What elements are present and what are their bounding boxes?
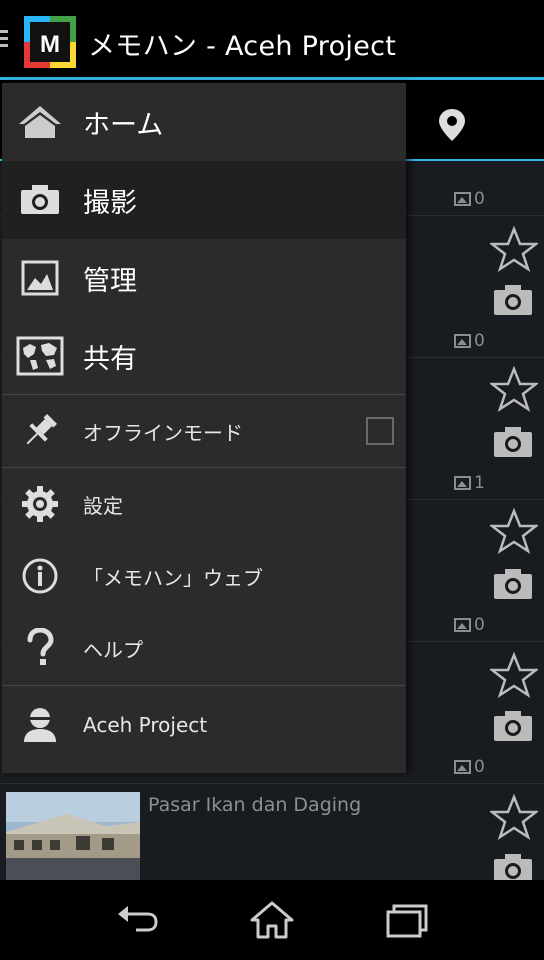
drawer-item-label: 「メモハン」ウェブ	[83, 565, 263, 590]
question-icon	[16, 624, 64, 672]
camera-icon[interactable]	[492, 425, 534, 459]
place-title[interactable]: Pasar Ikan dan Daging	[148, 794, 361, 816]
camera-icon[interactable]	[492, 852, 534, 880]
drawer-item-web[interactable]: 「メモハン」ウェブ	[2, 540, 406, 612]
favorite-star-icon[interactable]	[490, 652, 538, 698]
drawer-item-label: ホーム	[83, 109, 164, 141]
drawer-item-settings[interactable]: 設定	[2, 468, 406, 540]
place-thumbnail[interactable]	[6, 792, 140, 880]
camera-icon[interactable]	[492, 567, 534, 601]
app-logo-icon[interactable]: M	[24, 16, 76, 68]
drawer-indicator-icon[interactable]	[0, 30, 10, 50]
system-nav-bar	[0, 880, 544, 960]
drawer-item-capture[interactable]: 撮影	[2, 161, 406, 239]
offline-mode-checkbox[interactable]	[366, 417, 394, 445]
drawer-item-share[interactable]: 共有	[2, 317, 406, 395]
world-map-icon	[16, 332, 64, 380]
favorite-star-icon[interactable]	[490, 366, 538, 412]
location-pin-icon[interactable]	[436, 107, 468, 143]
home-icon	[16, 98, 64, 146]
app-title: メモハン - Aceh Project	[88, 31, 397, 62]
favorite-star-icon[interactable]	[490, 508, 538, 554]
pushpin-icon	[16, 407, 64, 455]
picture-small-icon	[454, 476, 471, 490]
drawer-item-help[interactable]: ヘルプ	[2, 612, 406, 684]
picture-small-icon	[454, 192, 471, 206]
camera-icon	[16, 176, 64, 224]
navigation-drawer: ホーム 撮影 管理 共有 オフラインモード 設定 「メモハン」ウェブ ヘルプ A…	[2, 83, 406, 773]
drawer-item-label: ヘルプ	[83, 637, 143, 662]
back-icon[interactable]	[114, 900, 162, 940]
svg-text:M: M	[40, 31, 60, 58]
info-icon	[16, 552, 64, 600]
photo-count-value: 1	[474, 473, 485, 493]
picture-small-icon	[454, 618, 471, 632]
favorite-star-icon[interactable]	[490, 794, 538, 840]
picture-small-icon	[454, 760, 471, 774]
drawer-item-offline-mode[interactable]: オフラインモード	[2, 395, 406, 467]
favorite-star-icon[interactable]	[490, 226, 538, 272]
drawer-item-label: 設定	[83, 493, 123, 518]
home-nav-icon[interactable]	[248, 900, 296, 940]
camera-icon[interactable]	[492, 709, 534, 743]
picture-small-icon	[454, 334, 471, 348]
picture-icon	[16, 254, 64, 302]
drawer-item-label: 共有	[83, 343, 137, 375]
gear-icon	[16, 480, 64, 528]
photo-count-value: 0	[474, 615, 485, 635]
photo-count-value: 0	[474, 331, 485, 351]
photo-count: 0	[454, 331, 485, 351]
action-bar: M メモハン - Aceh Project	[0, 0, 544, 80]
photo-count-value: 0	[474, 757, 485, 777]
drawer-item-label: オフラインモード	[83, 420, 243, 445]
drawer-item-account[interactable]: Aceh Project	[2, 686, 406, 764]
recent-apps-icon[interactable]	[382, 900, 430, 940]
photo-count: 1	[454, 473, 485, 493]
photo-count: 0	[454, 615, 485, 635]
drawer-item-manage[interactable]: 管理	[2, 239, 406, 317]
drawer-item-home[interactable]: ホーム	[2, 83, 406, 161]
photo-count: 0	[454, 757, 485, 777]
photo-count: 0	[454, 189, 485, 209]
camera-icon[interactable]	[492, 283, 534, 317]
drawer-item-label: 撮影	[83, 187, 137, 219]
drawer-item-label: Aceh Project	[83, 713, 208, 737]
photo-count-value: 0	[474, 189, 485, 209]
drawer-item-label: 管理	[83, 265, 137, 297]
user-icon	[16, 701, 64, 749]
